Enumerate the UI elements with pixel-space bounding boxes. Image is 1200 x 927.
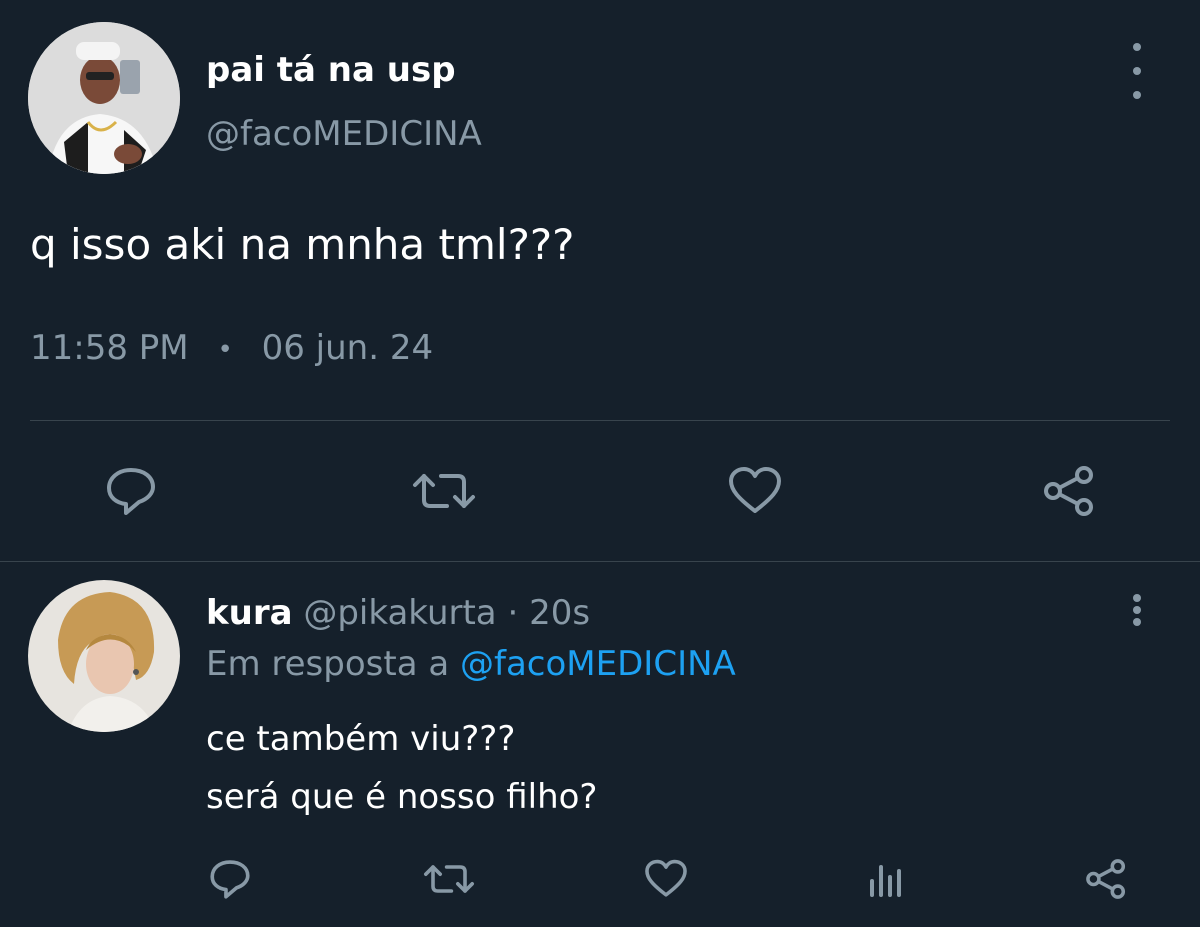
- replying-to: Em resposta a @facoMEDICINA: [206, 641, 736, 687]
- author-handle[interactable]: @facoMEDICINA: [206, 112, 482, 156]
- separator-dot: •: [217, 334, 233, 365]
- like-icon: [645, 859, 687, 897]
- reply-text-line-2: será que é nosso filho?: [206, 777, 598, 817]
- author-display-name[interactable]: pai tá na usp: [206, 48, 456, 92]
- tweet-date: 06 jun. 24: [261, 328, 434, 368]
- person-photo-icon: [28, 580, 180, 732]
- reply-display-name[interactable]: kura: [206, 593, 293, 633]
- reply-like-button[interactable]: [640, 855, 692, 903]
- reply-button[interactable]: [98, 460, 164, 522]
- replying-to-prefix: Em resposta a: [206, 644, 450, 684]
- divider: [30, 420, 1170, 421]
- person-photo-icon: [28, 22, 180, 174]
- author-avatar[interactable]: [28, 22, 180, 174]
- reply-icon: [107, 468, 155, 515]
- reply-share-button[interactable]: [1080, 855, 1132, 903]
- share-icon: [1086, 859, 1126, 899]
- reply-text-line-1: ce também viu???: [206, 719, 516, 759]
- analytics-icon: [870, 865, 901, 897]
- retweet-button[interactable]: [408, 460, 480, 522]
- retweet-icon: [413, 474, 475, 508]
- more-options-icon[interactable]: [1128, 43, 1146, 99]
- share-icon: [1044, 466, 1093, 516]
- reply-retweet-button[interactable]: [420, 855, 478, 903]
- retweet-icon: [424, 865, 475, 893]
- tweet-timestamp: 11:58 PM • 06 jun. 24: [30, 326, 433, 372]
- reply-header: kura @pikakurta · 20s: [206, 590, 590, 636]
- share-button[interactable]: [1036, 460, 1102, 522]
- reply-reply-button[interactable]: [204, 855, 256, 903]
- tweet-time: 11:58 PM: [30, 328, 189, 368]
- like-icon: [729, 467, 781, 513]
- reply-handle[interactable]: @pikakurta: [303, 593, 496, 633]
- reply-analytics-button[interactable]: [862, 855, 910, 903]
- tweet-text: q isso aki na mnha tml???: [30, 220, 575, 269]
- like-button[interactable]: [722, 460, 788, 522]
- reply-more-options-icon[interactable]: [1128, 594, 1146, 626]
- reply-icon: [210, 860, 250, 899]
- reply-separator-dot: ·: [507, 593, 519, 633]
- reply-author-avatar[interactable]: [28, 580, 180, 732]
- reply-age: 20s: [529, 593, 591, 633]
- divider: [0, 561, 1200, 562]
- replying-to-handle-link[interactable]: @facoMEDICINA: [460, 644, 736, 684]
